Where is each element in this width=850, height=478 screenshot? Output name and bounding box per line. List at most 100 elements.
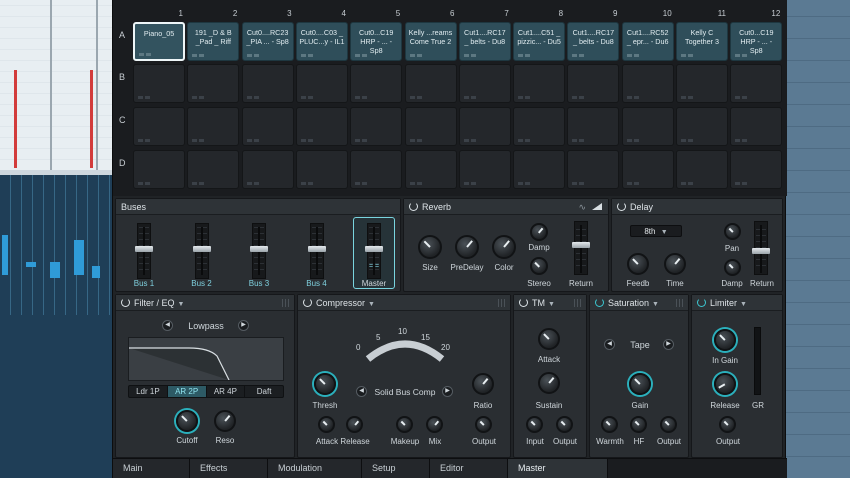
bus-fader[interactable] xyxy=(365,223,383,279)
saturation-hf-knob[interactable] xyxy=(630,416,647,433)
filter-mode-selector[interactable]: Ldr 1P AR 2P AR 4P Daft xyxy=(128,385,284,398)
filter-mode-option[interactable]: Ldr 1P xyxy=(129,386,168,397)
chevron-down-icon[interactable]: ▼ xyxy=(368,301,375,308)
compressor-makeup-knob[interactable] xyxy=(396,416,413,433)
pad[interactable] xyxy=(350,64,403,103)
filter-power-icon[interactable] xyxy=(121,298,130,307)
saturation-next-button[interactable]: ▶ xyxy=(663,339,674,350)
pad[interactable] xyxy=(404,107,457,146)
pad[interactable]: Cut0....RC23 _PIA ... - Sp8 xyxy=(241,22,294,61)
pad[interactable] xyxy=(676,107,728,146)
pad[interactable] xyxy=(730,64,783,103)
tab-modulation[interactable]: Modulation xyxy=(268,459,362,478)
pad[interactable]: Kelly C Together 3 xyxy=(676,22,728,61)
pad[interactable] xyxy=(241,64,294,103)
pad[interactable] xyxy=(621,107,674,146)
limiter-output-knob[interactable] xyxy=(719,416,736,433)
compressor-mix-knob[interactable] xyxy=(426,416,443,433)
bus-fader[interactable] xyxy=(135,223,153,279)
pad[interactable] xyxy=(187,150,240,189)
saturation-power-icon[interactable] xyxy=(595,298,604,307)
reverb-predelay-knob[interactable] xyxy=(455,235,479,259)
pad[interactable] xyxy=(241,150,294,189)
pad[interactable]: Cut1....C51 _ pizzic... - Du5 xyxy=(513,22,566,61)
drag-grip-icon[interactable] xyxy=(498,299,506,307)
filter-mode-option[interactable]: Daft xyxy=(245,386,283,397)
waveform-icon[interactable]: ∿ xyxy=(578,199,586,215)
pad[interactable]: Piano_05 xyxy=(133,22,185,61)
bus-fader[interactable] xyxy=(307,223,326,279)
compressor-next-preset-button[interactable]: ▶ xyxy=(442,386,453,397)
pad[interactable]: Kelly ...reams Come True 2 xyxy=(404,22,457,61)
chevron-down-icon[interactable]: ▼ xyxy=(740,301,747,308)
reverb-color-knob[interactable] xyxy=(492,235,516,259)
limiter-release-knob[interactable] xyxy=(714,373,736,395)
tab-master[interactable]: Master xyxy=(508,459,608,478)
limiter-ingain-knob[interactable] xyxy=(714,329,736,351)
delay-pan-knob[interactable] xyxy=(724,223,741,240)
ramp-icon[interactable] xyxy=(592,203,602,210)
saturation-output-knob[interactable] xyxy=(660,416,677,433)
reverb-damp-knob[interactable] xyxy=(530,223,548,241)
delay-time-knob[interactable] xyxy=(664,253,686,275)
pad[interactable] xyxy=(295,107,348,146)
pad[interactable] xyxy=(458,150,511,189)
pad[interactable]: Cut0...C19 HRP - ... - Sp8 xyxy=(730,22,783,61)
filter-mode-option[interactable]: AR 4P xyxy=(207,386,246,397)
pad[interactable] xyxy=(676,64,728,103)
pad[interactable] xyxy=(241,107,294,146)
reverb-return-fader[interactable] xyxy=(572,221,590,275)
saturation-prev-button[interactable]: ◀ xyxy=(604,339,615,350)
pad[interactable] xyxy=(567,64,620,103)
pad[interactable] xyxy=(458,64,511,103)
pad[interactable]: Cut0...C19 HRP - ... - Sp8 xyxy=(350,22,403,61)
tab-main[interactable]: Main xyxy=(113,459,190,478)
tm-attack-knob[interactable] xyxy=(538,328,560,350)
pad[interactable] xyxy=(730,150,783,189)
compressor-output-knob[interactable] xyxy=(475,416,492,433)
drag-grip-icon[interactable] xyxy=(574,299,582,307)
drag-grip-icon[interactable] xyxy=(676,299,684,307)
tm-output-knob[interactable] xyxy=(556,416,573,433)
delay-damp-knob[interactable] xyxy=(724,259,741,276)
pad[interactable] xyxy=(133,150,185,189)
pad[interactable]: Cut0....C03 _ PLUC...y - IL1 xyxy=(295,22,348,61)
pad[interactable] xyxy=(730,107,783,146)
pad[interactable] xyxy=(567,107,620,146)
delay-feedback-knob[interactable] xyxy=(627,253,649,275)
tab-effects[interactable]: Effects xyxy=(190,459,268,478)
saturation-warmth-knob[interactable] xyxy=(601,416,618,433)
pad[interactable] xyxy=(295,64,348,103)
pad[interactable] xyxy=(133,107,185,146)
pad[interactable] xyxy=(350,150,403,189)
compressor-release-knob[interactable] xyxy=(346,416,363,433)
chevron-down-icon[interactable]: ▼ xyxy=(652,301,659,308)
pad[interactable]: Cut1....RC52 _ epr... - Du6 xyxy=(621,22,674,61)
pad[interactable] xyxy=(295,150,348,189)
pad[interactable]: Cut1....RC17 _ belts - Du8 xyxy=(567,22,620,61)
bus-fader[interactable] xyxy=(250,223,268,279)
reverb-stereo-knob[interactable] xyxy=(530,257,548,275)
compressor-ratio-knob[interactable] xyxy=(472,373,494,395)
pad[interactable] xyxy=(513,64,566,103)
tab-editor[interactable]: Editor xyxy=(430,459,508,478)
filter-cutoff-knob[interactable] xyxy=(176,410,198,432)
filter-reso-knob[interactable] xyxy=(214,410,236,432)
pad[interactable] xyxy=(350,107,403,146)
saturation-gain-knob[interactable] xyxy=(629,373,651,395)
compressor-attack-knob[interactable] xyxy=(318,416,335,433)
pad[interactable]: Cut1....RC17 _ belts - Du8 xyxy=(458,22,511,61)
pad[interactable] xyxy=(187,107,240,146)
filter-mode-option[interactable]: AR 2P xyxy=(167,386,207,397)
pad[interactable] xyxy=(187,64,240,103)
delay-return-fader[interactable] xyxy=(752,221,770,275)
tm-sustain-knob[interactable] xyxy=(538,372,560,394)
pad[interactable] xyxy=(133,64,185,103)
bus-fader[interactable] xyxy=(192,223,211,279)
delay-sync-dropdown[interactable]: 8th ▼ xyxy=(630,225,682,237)
compressor-prev-preset-button[interactable]: ◀ xyxy=(356,386,367,397)
pad[interactable] xyxy=(621,64,674,103)
pad[interactable] xyxy=(458,107,511,146)
pad[interactable] xyxy=(621,150,674,189)
compressor-thresh-knob[interactable] xyxy=(314,373,336,395)
